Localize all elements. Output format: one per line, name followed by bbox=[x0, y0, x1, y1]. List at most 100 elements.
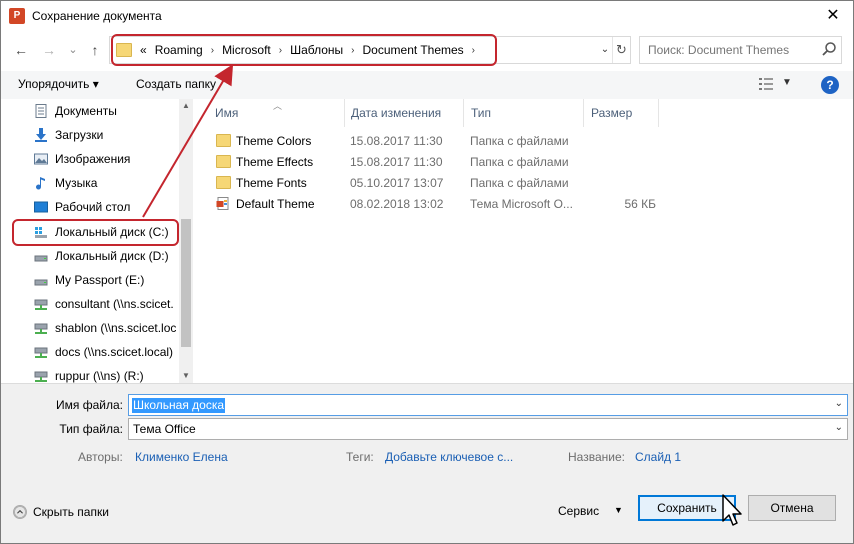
filetype-label: Тип файла: bbox=[59, 422, 123, 436]
title-label: Название: bbox=[568, 450, 625, 464]
network-drive-icon bbox=[34, 299, 48, 310]
title-value[interactable]: Слайд 1 bbox=[635, 450, 681, 464]
title-bar: P Сохранение документа ✕ bbox=[1, 1, 853, 32]
navigation-pane-scrollbar[interactable]: ▲ ▼ bbox=[179, 99, 193, 383]
sidebar-item-docs[interactable]: docs (\\ns.scicet.local) bbox=[1, 340, 181, 364]
network-drive-icon bbox=[34, 347, 48, 358]
filename-label: Имя файла: bbox=[56, 398, 123, 412]
sidebar-item-label: consultant (\\ns.scicet. bbox=[55, 297, 174, 311]
chevron-down-icon[interactable]: ⌄ bbox=[835, 398, 843, 409]
view-options-caret[interactable]: ▼ bbox=[782, 77, 792, 88]
drive-icon bbox=[34, 279, 48, 286]
filetype-select[interactable]: Тема Office ⌄ bbox=[128, 418, 848, 440]
search-icon[interactable] bbox=[821, 41, 837, 57]
sidebar-item-consultant[interactable]: consultant (\\ns.scicet. bbox=[1, 292, 181, 316]
chevron-down-icon[interactable]: ⌄ bbox=[835, 422, 843, 433]
file-date: 05.10.2017 13:07 bbox=[350, 176, 444, 190]
organize-button[interactable]: Упорядочить ▾ bbox=[18, 77, 99, 91]
caret-down-icon[interactable]: ▼ bbox=[614, 505, 623, 515]
table-row[interactable]: Theme Effects 15.08.2017 11:30 Папка с ф… bbox=[211, 152, 851, 173]
authors-label: Авторы: bbox=[78, 450, 123, 464]
close-button[interactable]: ✕ bbox=[819, 5, 847, 27]
service-menu-button[interactable]: Сервис bbox=[558, 504, 599, 518]
column-header-size[interactable]: Размер bbox=[583, 99, 659, 127]
tags-label: Теги: bbox=[346, 450, 374, 464]
hide-folders-label: Скрыть папки bbox=[33, 505, 109, 519]
command-toolbar: Упорядочить ▾ Создать папку ▼ ? bbox=[1, 71, 853, 99]
sidebar-item-drive-e[interactable]: My Passport (E:) bbox=[1, 268, 181, 292]
file-type: Папка с файлами bbox=[470, 155, 569, 169]
sidebar-item-label: Рабочий стол bbox=[55, 200, 131, 214]
theme-file-icon bbox=[216, 197, 229, 210]
pictures-icon bbox=[34, 153, 48, 165]
sidebar-item-desktop[interactable]: Рабочий стол bbox=[1, 195, 181, 219]
new-folder-button[interactable]: Создать папку bbox=[136, 77, 216, 91]
drive-c-highlight bbox=[12, 219, 179, 246]
authors-value[interactable]: Клименко Елена bbox=[135, 450, 228, 464]
sidebar-item-label: docs (\\ns.scicet.local) bbox=[55, 345, 174, 359]
save-dialog: P Сохранение документа ✕ ← → ⌄ ↑ « Roami… bbox=[0, 0, 854, 544]
search-input[interactable] bbox=[640, 37, 820, 63]
sidebar-item-label: Документы bbox=[55, 104, 117, 118]
help-icon[interactable]: ? bbox=[821, 76, 839, 94]
file-size: 56 КБ bbox=[624, 197, 656, 211]
sidebar-item-label: shablon (\\ns.scicet.loc bbox=[55, 321, 177, 335]
downloads-icon bbox=[35, 128, 47, 142]
table-row[interactable]: Theme Fonts 05.10.2017 13:07 Папка с фай… bbox=[211, 173, 851, 194]
folder-icon bbox=[216, 176, 231, 189]
chevron-down-icon[interactable]: ⌄ bbox=[598, 37, 612, 63]
sidebar-item-ruppur[interactable]: ruppur (\\ns) (R:) bbox=[1, 364, 181, 383]
back-button[interactable]: ← bbox=[11, 40, 31, 60]
sidebar-item-music[interactable]: Музыка bbox=[1, 171, 181, 195]
file-name: Default Theme bbox=[236, 197, 315, 211]
view-details-icon[interactable] bbox=[758, 77, 774, 91]
file-name: Theme Fonts bbox=[236, 176, 307, 190]
file-type: Тема Microsoft O... bbox=[470, 197, 573, 211]
window-title: Сохранение документа bbox=[32, 9, 162, 23]
file-name: Theme Effects bbox=[236, 155, 314, 169]
network-drive-icon bbox=[34, 323, 48, 334]
file-date: 15.08.2017 11:30 bbox=[350, 134, 443, 148]
column-header-type[interactable]: Тип bbox=[463, 99, 584, 127]
sidebar-item-downloads[interactable]: Загрузки bbox=[1, 123, 181, 147]
scrollbar-thumb[interactable] bbox=[181, 219, 191, 347]
file-date: 08.02.2018 13:02 bbox=[350, 197, 444, 211]
network-drive-icon bbox=[34, 371, 48, 382]
folder-icon bbox=[216, 155, 231, 168]
search-box[interactable] bbox=[639, 36, 842, 64]
table-row[interactable]: Default Theme 08.02.2018 13:02 Тема Micr… bbox=[211, 194, 851, 215]
sidebar-item-documents[interactable]: Документы bbox=[1, 99, 181, 123]
recent-locations-button[interactable]: ⌄ bbox=[63, 40, 83, 60]
drive-icon bbox=[34, 255, 48, 262]
sidebar-item-label: Музыка bbox=[55, 176, 98, 190]
table-row[interactable]: Theme Colors 15.08.2017 11:30 Папка с фа… bbox=[211, 131, 851, 152]
filetype-value: Тема Office bbox=[133, 422, 196, 436]
mouse-pointer-icon bbox=[722, 494, 742, 526]
sidebar-item-shablon[interactable]: shablon (\\ns.scicet.loc bbox=[1, 316, 181, 340]
refresh-icon[interactable]: ↻ bbox=[612, 37, 630, 63]
sidebar-item-label: ruppur (\\ns) (R:) bbox=[55, 369, 144, 383]
powerpoint-app-icon: P bbox=[9, 8, 25, 24]
sidebar-item-label: Изображения bbox=[55, 152, 131, 166]
tags-value[interactable]: Добавьте ключевое с... bbox=[385, 450, 513, 464]
sidebar-item-label: My Passport (E:) bbox=[55, 273, 145, 287]
sidebar-item-label: Загрузки bbox=[55, 128, 104, 142]
scroll-up-arrow-icon[interactable]: ▲ bbox=[179, 99, 193, 113]
cancel-button[interactable]: Отмена bbox=[748, 495, 836, 521]
scroll-down-arrow-icon[interactable]: ▼ bbox=[179, 369, 193, 383]
file-date: 15.08.2017 11:30 bbox=[350, 155, 443, 169]
filename-field[interactable]: Школьная доска ⌄ bbox=[128, 394, 848, 416]
filename-value[interactable]: Школьная доска bbox=[132, 398, 226, 413]
folder-icon bbox=[216, 134, 231, 147]
file-type: Папка с файлами bbox=[470, 134, 569, 148]
up-button[interactable]: ↑ bbox=[85, 40, 105, 60]
desktop-icon bbox=[34, 201, 48, 213]
documents-icon bbox=[35, 104, 47, 118]
file-list: Имя Дата изменения Тип Размер Theme Colo… bbox=[193, 99, 853, 383]
forward-button[interactable]: → bbox=[39, 40, 59, 60]
column-header-date[interactable]: Дата изменения bbox=[343, 99, 464, 127]
sidebar-item-label: Локальный диск (D:) bbox=[55, 249, 169, 263]
sidebar-item-drive-d[interactable]: Локальный диск (D:) bbox=[1, 244, 181, 268]
file-name: Theme Colors bbox=[236, 134, 312, 148]
sidebar-item-pictures[interactable]: Изображения bbox=[1, 147, 181, 171]
